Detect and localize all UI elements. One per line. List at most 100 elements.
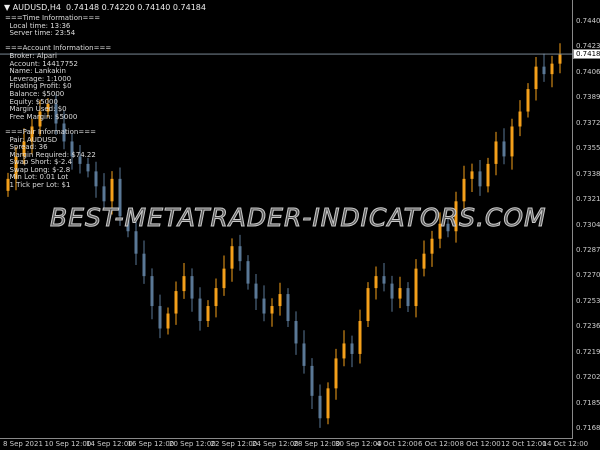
candle-body <box>238 246 242 262</box>
candle-body <box>542 66 546 75</box>
price-tick-label: 0.73385 <box>576 169 600 178</box>
price-tick-label: 0.71855 <box>576 398 600 407</box>
candle <box>334 348 338 400</box>
candle <box>534 57 538 101</box>
price-tick-label: 0.73725 <box>576 118 600 127</box>
time-tick-label: 22 Sep 12:00 <box>210 440 258 448</box>
time-tick-label: 16 Sep 12:00 <box>127 440 175 448</box>
price-tick-label: 0.72705 <box>576 271 600 280</box>
time-tick-label: 14 Sep 12:00 <box>86 440 133 448</box>
candle <box>150 268 154 320</box>
time-tick-label: 8 Sep 2021 <box>3 440 43 448</box>
candle-body <box>262 298 266 314</box>
price-tick-label: 0.72535 <box>576 296 600 305</box>
chart-header: ▼ AUDUSD,H4 0.74148 0.74220 0.74140 0.74… <box>4 3 206 12</box>
candle-body <box>254 283 258 299</box>
candle <box>518 100 522 137</box>
candle-body <box>142 253 146 277</box>
candle-body <box>318 395 322 419</box>
price-tick-label: 0.72195 <box>576 347 600 356</box>
candle-body <box>430 238 434 254</box>
candle-body <box>150 276 154 307</box>
candle <box>478 160 482 196</box>
candle-body <box>326 388 330 419</box>
candle-body <box>222 268 226 289</box>
candle-body <box>134 231 138 254</box>
candle <box>238 234 242 271</box>
candle-body <box>486 163 490 187</box>
symbol-label: AUDUSD,H4 <box>12 3 61 12</box>
candle <box>494 131 498 176</box>
candle <box>158 294 162 339</box>
collapse-triangle-icon[interactable]: ▼ <box>4 3 13 12</box>
candle <box>486 157 490 193</box>
price-tick-label: 0.73045 <box>576 220 600 229</box>
price-tick-label: 0.74065 <box>576 67 600 76</box>
price-tick-label: 0.72875 <box>576 245 600 254</box>
candle-body <box>166 313 170 329</box>
candle-body <box>310 365 314 396</box>
candle-body <box>206 306 210 322</box>
candle <box>286 288 290 327</box>
candle-body <box>182 276 186 292</box>
candle <box>206 300 210 327</box>
candle-body <box>518 111 522 127</box>
info-line: Server time: 23:54 <box>5 29 76 38</box>
candle <box>550 55 554 88</box>
candle-body <box>286 294 290 322</box>
candle <box>502 128 506 165</box>
price-tick-label: 0.71685 <box>576 424 600 433</box>
price-tick-label: 0.72025 <box>576 373 600 382</box>
candle <box>398 276 402 309</box>
candle <box>374 266 378 300</box>
candle <box>174 281 178 325</box>
info-panel: ===Time Information=== Local time: 13:36… <box>5 14 111 190</box>
candle-body <box>174 291 178 314</box>
candle <box>198 287 202 331</box>
time-tick-label: 4 Oct 12:00 <box>376 440 418 448</box>
candle <box>510 118 514 170</box>
time-tick-label: 8 Oct 12:00 <box>459 440 501 448</box>
candle <box>166 307 170 335</box>
candle <box>382 262 386 292</box>
price-tick-label: 0.73215 <box>576 195 600 204</box>
info-line: 1 Tick per Lot: $1 <box>5 181 71 190</box>
current-price-label: 0.74184 <box>573 49 600 59</box>
candle-body <box>422 253 426 269</box>
candle <box>262 285 266 322</box>
candle-body <box>358 321 362 354</box>
candle-body <box>334 358 338 389</box>
candle-body <box>510 126 514 157</box>
candle <box>430 230 434 267</box>
candle <box>270 298 274 327</box>
candle-body <box>230 246 234 269</box>
candle-body <box>406 288 410 307</box>
candle <box>222 255 226 296</box>
candle-body <box>270 306 274 314</box>
candle <box>190 268 194 312</box>
candle <box>294 311 298 355</box>
price-tick-label: 0.73895 <box>576 93 600 102</box>
candle <box>302 330 306 374</box>
candle-body <box>214 288 218 307</box>
candle-body <box>414 268 418 307</box>
candle <box>358 309 362 364</box>
candle <box>470 163 474 193</box>
candle-body <box>462 178 466 202</box>
candle-body <box>366 288 370 322</box>
candle <box>422 240 426 277</box>
candle-body <box>478 171 482 187</box>
candle <box>342 330 346 367</box>
price-tick-label: 0.73555 <box>576 144 600 153</box>
candle-body <box>558 54 562 64</box>
time-tick-label: 10 Sep 12:00 <box>44 440 92 448</box>
candle-body <box>302 343 306 366</box>
candle <box>366 282 370 327</box>
time-tick-label: 6 Oct 12:00 <box>418 440 460 448</box>
candle <box>414 259 418 318</box>
candle-body <box>278 294 282 307</box>
ohlc-values: 0.74148 0.74220 0.74140 0.74184 <box>66 3 206 12</box>
candle <box>390 275 394 312</box>
candle <box>406 282 410 313</box>
candle <box>318 384 322 428</box>
